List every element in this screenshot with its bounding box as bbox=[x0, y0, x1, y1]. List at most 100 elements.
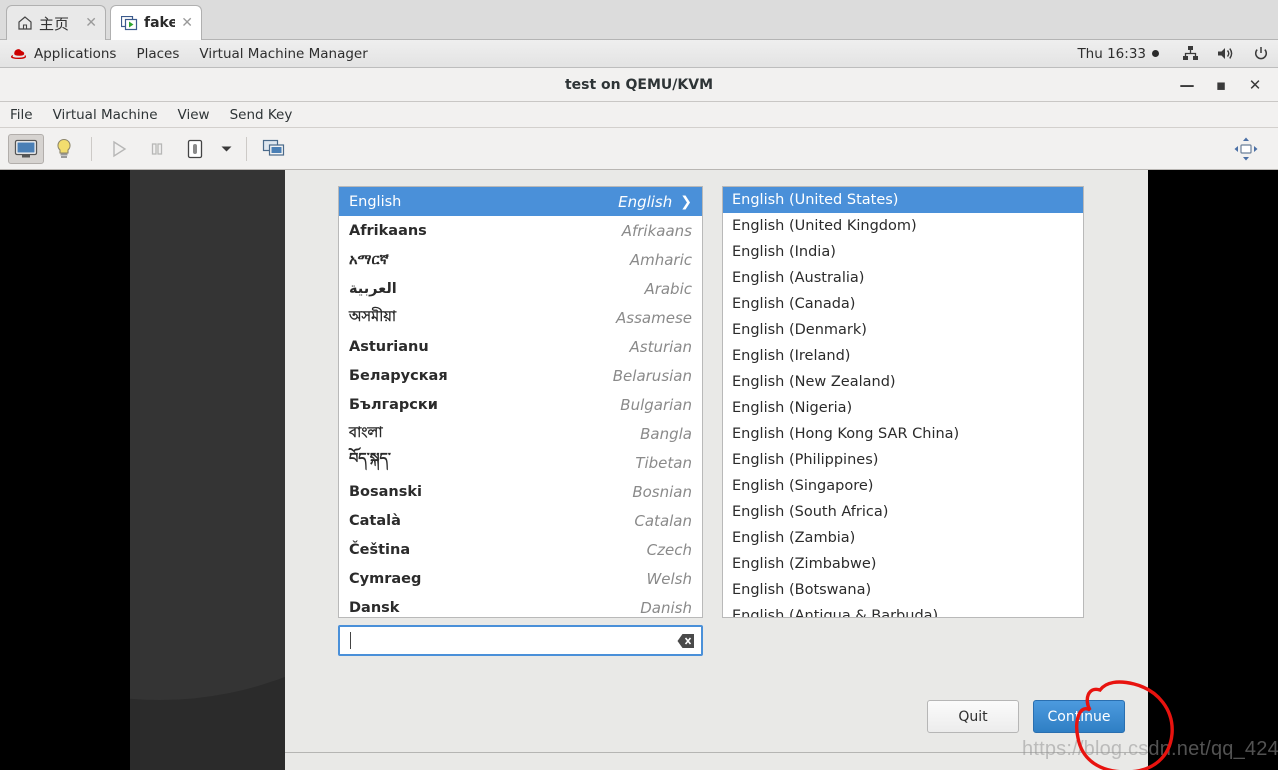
browser-tab-home[interactable]: 主页 ✕ bbox=[6, 5, 106, 40]
language-english-group: Asturian bbox=[630, 338, 693, 356]
power-icon[interactable] bbox=[1244, 46, 1278, 62]
places-menu[interactable]: Places bbox=[126, 40, 189, 68]
locale-row[interactable]: English (Botswana) bbox=[723, 577, 1083, 603]
network-icon[interactable] bbox=[1173, 46, 1208, 61]
language-row[interactable]: Bosanski Bosnian bbox=[339, 477, 702, 506]
language-row[interactable]: བོད་སྐད་ Tibetan bbox=[339, 448, 702, 477]
virtual-machine-manager-menu[interactable]: Virtual Machine Manager bbox=[189, 40, 377, 68]
dialog-buttons: Quit Continue bbox=[927, 700, 1125, 733]
window-menubar: File Virtual Machine View Send Key bbox=[0, 102, 1278, 128]
language-row[interactable]: Čeština Czech bbox=[339, 535, 702, 564]
language-english-name: Welsh bbox=[646, 569, 692, 588]
locale-row[interactable]: English (Singapore) bbox=[723, 473, 1083, 499]
language-native-name: العربية bbox=[349, 280, 397, 297]
maximize-button[interactable]: ▪ bbox=[1204, 68, 1238, 102]
home-icon bbox=[17, 15, 33, 31]
locale-row[interactable]: English (Philippines) bbox=[723, 447, 1083, 473]
language-row[interactable]: Català Catalan bbox=[339, 506, 702, 535]
language-row[interactable]: Български Bulgarian bbox=[339, 390, 702, 419]
menu-file[interactable]: File bbox=[0, 102, 43, 128]
language-row[interactable]: Cymraeg Welsh bbox=[339, 564, 702, 593]
browser-tab-fake[interactable]: fake ✕ bbox=[110, 5, 202, 40]
locale-label: English (Singapore) bbox=[732, 478, 874, 494]
applications-menu[interactable]: Applications bbox=[0, 40, 126, 68]
locale-row[interactable]: English (Nigeria) bbox=[723, 395, 1083, 421]
search-input[interactable] bbox=[338, 625, 703, 656]
locale-row[interactable]: English (India) bbox=[723, 239, 1083, 265]
locale-row[interactable]: English (Hong Kong SAR China) bbox=[723, 421, 1083, 447]
chevron-down-icon bbox=[221, 146, 231, 151]
locale-row[interactable]: English (Antigua & Barbuda) bbox=[723, 603, 1083, 617]
locale-row[interactable]: English (Australia) bbox=[723, 265, 1083, 291]
locale-row[interactable]: English (Zimbabwe) bbox=[723, 551, 1083, 577]
locale-row[interactable]: English (United Kingdom) bbox=[723, 213, 1083, 239]
language-english-group: Welsh bbox=[646, 570, 692, 588]
tab-close-icon[interactable]: ✕ bbox=[85, 16, 97, 30]
snapshots-button[interactable] bbox=[256, 134, 292, 164]
language-row[interactable]: English English ❯ bbox=[339, 187, 702, 216]
language-native-name: བོད་སྐད་ bbox=[349, 451, 391, 467]
language-row[interactable]: አማርኛ Amharic bbox=[339, 245, 702, 274]
applications-menu-label: Applications bbox=[34, 45, 117, 62]
menu-view[interactable]: View bbox=[168, 102, 220, 128]
language-row[interactable]: Afrikaans Afrikaans bbox=[339, 216, 702, 245]
locale-row[interactable]: English (South Africa) bbox=[723, 499, 1083, 525]
language-english-name: Danish bbox=[640, 598, 692, 617]
language-english-group: Czech bbox=[647, 541, 692, 559]
volume-icon[interactable] bbox=[1208, 46, 1244, 61]
locale-label: English (Denmark) bbox=[732, 322, 867, 338]
run-button[interactable] bbox=[101, 134, 137, 164]
locale-row[interactable]: English (Canada) bbox=[723, 291, 1083, 317]
locale-label: English (Botswana) bbox=[732, 582, 872, 598]
language-english-name: Belarusian bbox=[612, 366, 692, 385]
language-row[interactable]: Dansk Danish bbox=[339, 593, 702, 617]
locale-list[interactable]: English (United States) English (United K… bbox=[722, 186, 1084, 618]
fullscreen-button[interactable] bbox=[1228, 134, 1264, 164]
menu-send-key[interactable]: Send Key bbox=[220, 102, 303, 128]
lightbulb-icon bbox=[57, 138, 71, 158]
continue-button[interactable]: Continue bbox=[1033, 700, 1125, 733]
shutdown-dropdown-button[interactable] bbox=[215, 134, 237, 164]
tab-close-icon[interactable]: ✕ bbox=[181, 16, 193, 30]
language-english-name: Asturian bbox=[629, 337, 693, 356]
close-button[interactable]: ✕ bbox=[1238, 68, 1272, 102]
language-native-name: አማርኛ bbox=[349, 251, 389, 268]
language-row[interactable]: العربية Arabic bbox=[339, 274, 702, 303]
language-list[interactable]: English English ❯ Afrikaans Afrikaans አማርኛ Amh… bbox=[338, 186, 703, 618]
locale-row[interactable]: English (Zambia) bbox=[723, 525, 1083, 551]
pause-button[interactable] bbox=[139, 134, 175, 164]
virtual-machine-icon bbox=[120, 15, 138, 31]
quit-button[interactable]: Quit bbox=[927, 700, 1019, 733]
shutdown-button[interactable] bbox=[177, 134, 213, 164]
language-english-group: Tibetan bbox=[635, 454, 692, 472]
language-english-name: Czech bbox=[646, 540, 692, 559]
minimize-button[interactable]: — bbox=[1170, 68, 1204, 102]
notification-dot-icon bbox=[1152, 50, 1159, 57]
language-row[interactable]: Беларуская Belarusian bbox=[339, 361, 702, 390]
locale-row[interactable]: English (United States) bbox=[723, 187, 1083, 213]
vm-viewport[interactable]: English English ❯ Afrikaans Afrikaans አማርኛ Amh… bbox=[0, 170, 1278, 770]
language-row[interactable]: Asturianu Asturian bbox=[339, 332, 702, 361]
locale-row[interactable]: English (Ireland) bbox=[723, 343, 1083, 369]
watermark: https://blog.csdn.net/qq_42488216 bbox=[1022, 738, 1278, 760]
language-row[interactable]: বাংলা Bangla bbox=[339, 419, 702, 448]
clear-text-icon[interactable] bbox=[677, 633, 695, 649]
language-row[interactable]: অসমীয়া Assamese bbox=[339, 303, 702, 332]
window-titlebar: test on QEMU/KVM — ▪ ✕ bbox=[0, 68, 1278, 102]
locale-label: English (India) bbox=[732, 244, 836, 260]
language-native-name: Bosanski bbox=[349, 483, 422, 500]
language-english-group: Assamese bbox=[616, 309, 692, 327]
menu-virtual-machine[interactable]: Virtual Machine bbox=[43, 102, 168, 128]
console-view-button[interactable] bbox=[8, 133, 44, 164]
locale-row[interactable]: English (New Zealand) bbox=[723, 369, 1083, 395]
clock[interactable]: Thu 16:33 bbox=[1063, 46, 1173, 62]
screens-icon bbox=[262, 139, 285, 156]
language-native-name: Asturianu bbox=[349, 338, 429, 355]
locale-row[interactable]: English (Denmark) bbox=[723, 317, 1083, 343]
play-icon bbox=[113, 140, 127, 157]
gnome-top-panel: Applications Places Virtual Machine Mana… bbox=[0, 40, 1278, 68]
locale-label: English (United Kingdom) bbox=[732, 218, 917, 234]
details-view-button[interactable] bbox=[46, 134, 82, 164]
language-native-name: Čeština bbox=[349, 541, 411, 558]
toolbar-right-group bbox=[1228, 128, 1264, 170]
